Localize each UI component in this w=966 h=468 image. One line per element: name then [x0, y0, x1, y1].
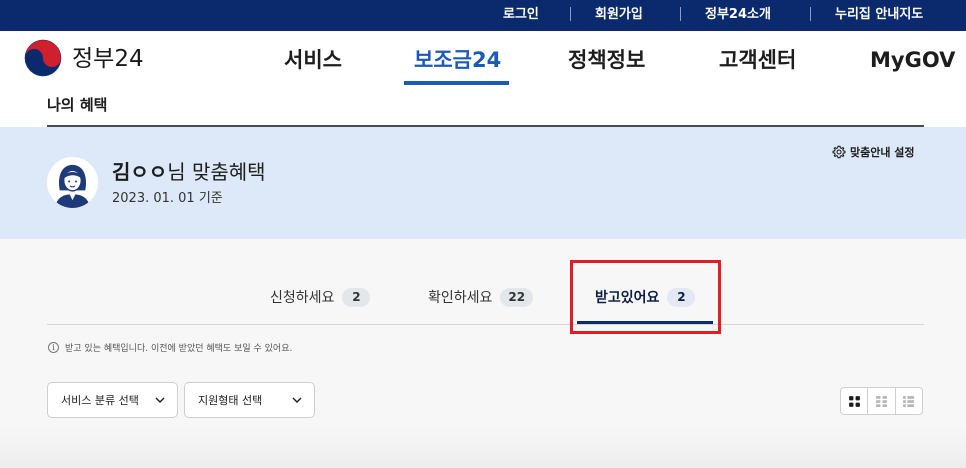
divider	[810, 7, 811, 21]
about-link[interactable]: 정부24소개	[705, 6, 771, 24]
info-notice: i 받고 있는 혜택입니다. 이전에 받았던 혜택도 보일 수 있어요.	[48, 341, 292, 354]
user-name: 김ㅇㅇ	[112, 160, 168, 184]
info-text: 받고 있는 혜택입니다. 이전에 받았던 혜택도 보일 수 있어요.	[65, 344, 293, 354]
utility-bar: 로그인 회원가입 정부24소개 누리집 안내지도	[0, 0, 966, 31]
nav-customer-center[interactable]: 고객센터	[719, 46, 796, 74]
card-view-icon	[876, 395, 887, 407]
service-category-select[interactable]: 서비스 분류 선택	[47, 382, 178, 418]
select-value: 서비스 분류 선택	[61, 394, 139, 407]
tab-apply[interactable]: 신청하세요 2	[270, 286, 371, 308]
login-link[interactable]: 로그인	[503, 6, 539, 24]
gear-icon	[832, 145, 846, 159]
custom-guide-settings-button[interactable]: 맞춤안내 설정	[832, 144, 915, 160]
signup-link[interactable]: 회원가입	[595, 6, 643, 24]
reference-date: 2023. 01. 01 기준	[112, 191, 223, 206]
chevron-down-icon	[292, 397, 302, 403]
taegeuk-logo-icon[interactable]	[24, 39, 62, 77]
list-view-button[interactable]	[896, 388, 922, 414]
list-view-icon	[903, 395, 915, 407]
greeting-title: 김ㅇㅇ님 맞춤혜택	[112, 159, 266, 185]
page-title-area: 나의 혜택	[0, 89, 966, 127]
avatar	[47, 157, 98, 208]
sitemap-link[interactable]: 누리집 안내지도	[835, 6, 923, 24]
chevron-down-icon	[155, 397, 165, 403]
page-title: 나의 혜택	[47, 96, 108, 114]
tab-check[interactable]: 확인하세요 22	[428, 286, 534, 308]
support-type-select[interactable]: 지원형태 선택	[184, 382, 315, 418]
nav-policy-info[interactable]: 정책정보	[568, 46, 645, 74]
nav-mygov[interactable]: MyGOV	[870, 46, 955, 74]
grid-view-icon	[848, 395, 860, 407]
tabs-divider	[47, 324, 924, 325]
tab-label: 신청하세요	[270, 290, 335, 306]
nav-active-indicator	[404, 81, 509, 85]
settings-label: 맞춤안내 설정	[850, 146, 915, 159]
divider	[570, 7, 571, 21]
view-mode-toggle	[840, 387, 923, 415]
card-view-button[interactable]	[868, 388, 896, 414]
count-badge: 2	[342, 287, 371, 307]
nav-subsidy24[interactable]: 보조금24	[414, 46, 501, 74]
info-icon: i	[48, 342, 59, 353]
count-badge: 22	[500, 287, 534, 307]
nav-service[interactable]: 서비스	[284, 46, 342, 74]
grid-view-button[interactable]	[841, 388, 869, 414]
main-header: 정부24 서비스 보조금24 정책정보 고객센터 MyGOV	[0, 31, 966, 89]
tab-label: 확인하세요	[428, 290, 493, 306]
highlight-annotation	[570, 260, 721, 334]
greeting-suffix: 님 맞춤혜택	[167, 160, 266, 184]
select-value: 지원형태 선택	[198, 394, 263, 407]
divider	[680, 7, 681, 21]
bottom-fade	[0, 424, 966, 468]
profile-panel: 김ㅇㅇ님 맞춤혜택 2023. 01. 01 기준 맞춤안내 설정	[0, 127, 966, 239]
logo-text[interactable]: 정부24	[72, 45, 144, 73]
